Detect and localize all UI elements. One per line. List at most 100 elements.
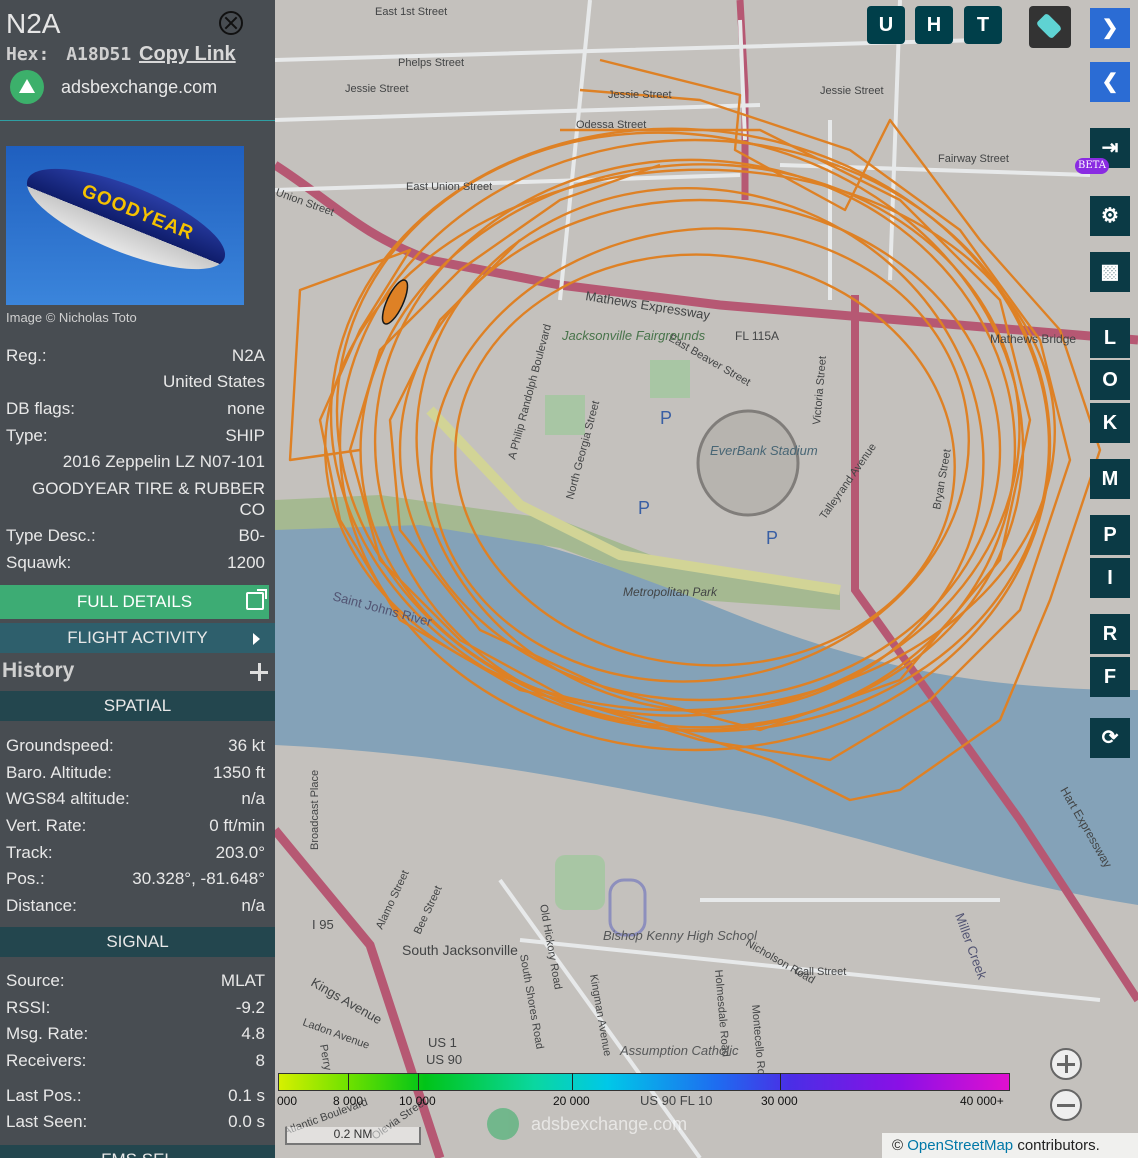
distance-value: n/a <box>241 896 265 915</box>
type-label: Type: <box>6 426 48 445</box>
source-value: MLAT <box>220 971 265 990</box>
minus-icon <box>1057 1104 1075 1107</box>
toggle-r-button[interactable]: R <box>1090 614 1130 654</box>
openstreetmap-link[interactable]: OpenStreetMap <box>907 1137 1013 1154</box>
layers-button[interactable] <box>1029 6 1071 48</box>
toggle-o-button[interactable]: O <box>1090 360 1130 400</box>
legend-tick <box>572 1073 573 1090</box>
track-label: Track: <box>6 843 53 862</box>
aircraft-photo[interactable]: GOODYEAR <box>6 146 244 305</box>
baro-altitude-label: Baro. Altitude: <box>6 763 112 782</box>
legend-label: 000 <box>277 1094 298 1108</box>
beta-badge: BETA <box>1075 158 1109 174</box>
last-seen-value: 0.0 s <box>228 1112 265 1131</box>
receivers-value: 8 <box>255 1051 265 1070</box>
divider <box>0 120 275 121</box>
squawk-label: Squawk: <box>6 553 72 572</box>
map-canvas[interactable]: East 1st Street Phelps Street Jessie Str… <box>275 0 1138 1158</box>
settings-button[interactable]: ⚙ <box>1090 196 1130 236</box>
squawk-value: 1200 <box>227 553 265 572</box>
vert-rate-value: 0 ft/min <box>209 816 265 835</box>
replay-icon: ⟳ <box>1101 727 1119 749</box>
legend-tick <box>348 1073 349 1090</box>
hex-row: Hex: A18D51 <box>6 44 131 65</box>
aircraft-info-panel: N2A Hex: A18D51 Copy Link adsbexchange.c… <box>0 0 276 1158</box>
db-flags-value: none <box>227 399 265 418</box>
type-desc-value: B0- <box>238 526 265 545</box>
msg-rate-value: 4.8 <box>241 1024 265 1043</box>
gear-icon: ⚙ <box>1101 205 1119 227</box>
legend-label: 30 000 <box>761 1094 798 1108</box>
zoom-in-button[interactable] <box>1050 1048 1082 1080</box>
legend-label: 20 000 <box>553 1094 590 1108</box>
legend-label: 10 000 <box>399 1094 436 1108</box>
adsbexchange-logo-icon <box>10 70 44 104</box>
toggle-k-button[interactable]: K <box>1090 403 1130 443</box>
distance-label: Distance: <box>6 896 77 915</box>
position-label: Pos.: <box>6 869 45 888</box>
toggle-p-button[interactable]: P <box>1090 515 1130 555</box>
wgs84-label: WGS84 altitude: <box>6 789 130 808</box>
stats-button[interactable]: ▩ <box>1090 252 1130 292</box>
replay-button[interactable]: ⟳ <box>1090 718 1130 758</box>
hex-value: A18D51 <box>66 44 132 65</box>
fms-sel-header: FMS SEL <box>0 1145 275 1158</box>
adsb-source-link[interactable]: adsbexchange.com <box>10 70 217 104</box>
attribution-prefix: © <box>892 1137 904 1154</box>
rssi-label: RSSI: <box>6 998 51 1017</box>
vert-rate-label: Vert. Rate: <box>6 816 87 835</box>
toggle-u-button[interactable]: U <box>867 6 905 44</box>
groundspeed-label: Groundspeed: <box>6 736 114 755</box>
country-value: United States <box>162 372 265 391</box>
flight-activity-button[interactable]: FLIGHT ACTIVITY <box>0 623 275 653</box>
history-heading: History <box>2 659 75 682</box>
aircraft-registration-title: N2A <box>6 8 61 39</box>
baro-altitude-value: 1350 ft <box>213 763 265 782</box>
close-icon[interactable] <box>219 11 243 35</box>
toggle-h-button[interactable]: H <box>915 6 953 44</box>
attribution-suffix: contributors. <box>1017 1137 1100 1154</box>
external-link-icon <box>246 589 267 610</box>
watermark-text: adsbexchange.com <box>531 1113 688 1134</box>
last-seen-label: Last Seen: <box>6 1112 88 1131</box>
toggle-i-button[interactable]: I <box>1090 558 1130 598</box>
map-view[interactable]: East 1st Street Phelps Street Jessie Str… <box>275 0 1138 1158</box>
copy-link[interactable]: Copy Link <box>139 43 236 66</box>
full-details-button[interactable]: FULL DETAILS <box>0 585 269 619</box>
map-dim-overlay <box>275 0 1138 1158</box>
source-label: Source: <box>6 971 65 990</box>
hex-label: Hex: <box>6 44 50 65</box>
full-details-label: FULL DETAILS <box>76 592 193 611</box>
groundspeed-value: 36 kt <box>228 736 265 755</box>
signal-header: SIGNAL <box>0 927 275 957</box>
last-pos-label: Last Pos.: <box>6 1086 82 1105</box>
wgs84-value: n/a <box>241 789 265 808</box>
expand-panel-button[interactable]: ❯ <box>1090 8 1130 48</box>
spatial-header: SPATIAL <box>0 691 275 721</box>
type-value: SHIP <box>225 426 265 445</box>
toggle-l-button[interactable]: L <box>1090 318 1130 358</box>
type-desc-label: Type Desc.: <box>6 526 96 545</box>
toggle-m-button[interactable]: M <box>1090 459 1130 499</box>
map-attribution: © OpenStreetMap contributors. <box>882 1133 1138 1158</box>
zoom-out-button[interactable] <box>1050 1089 1082 1121</box>
track-value: 203.0° <box>215 843 265 862</box>
legend-label: 40 000+ <box>960 1094 1004 1108</box>
login-icon: ⇥ <box>1101 137 1119 159</box>
legend-label: 8 000 <box>333 1094 364 1108</box>
receivers-label: Receivers: <box>6 1051 87 1070</box>
chevron-right-icon <box>253 633 260 645</box>
legend-tick <box>780 1073 781 1090</box>
collapse-panel-button[interactable]: ❮ <box>1090 62 1130 102</box>
msg-rate-label: Msg. Rate: <box>6 1024 89 1043</box>
position-value: 30.328°, -81.648° <box>132 869 265 888</box>
altitude-color-legend <box>278 1073 1010 1091</box>
rssi-value: -9.2 <box>235 998 265 1017</box>
operator-line2: CO <box>239 500 266 519</box>
plus-icon[interactable] <box>250 663 268 681</box>
toggle-t-button[interactable]: T <box>964 6 1002 44</box>
toggle-f-button[interactable]: F <box>1090 657 1130 697</box>
flight-activity-label: FLIGHT ACTIVITY <box>67 628 208 647</box>
image-credit: Image © Nicholas Toto <box>6 310 137 325</box>
operator-line1: GOODYEAR TIRE & RUBBER <box>31 479 265 498</box>
